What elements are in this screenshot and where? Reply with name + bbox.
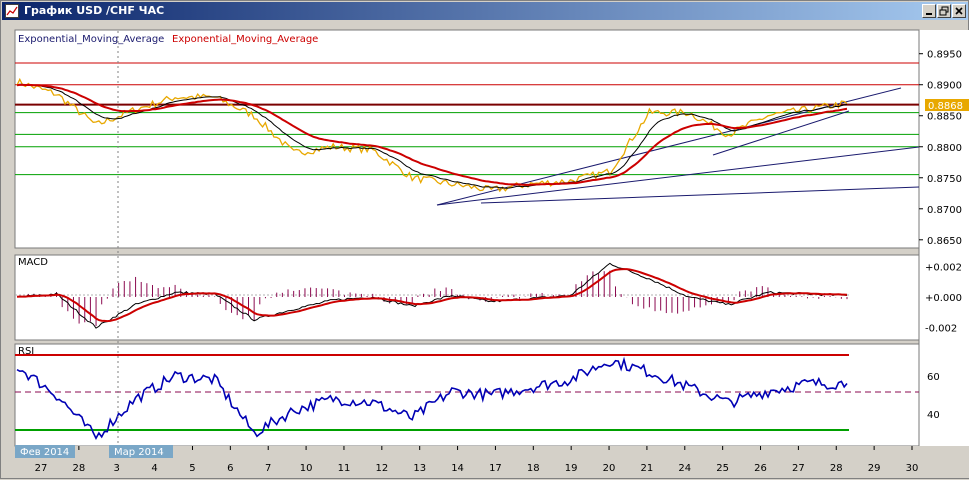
time-tick-label: 21 [641,463,654,474]
time-tick-label: 12 [375,463,388,474]
macd-tick-label: +0.002 [925,263,962,274]
rsi-tick-label: 40 [927,410,940,421]
time-tick-label: 27 [35,463,48,474]
price-tick-label: 0.8700 [927,205,962,216]
macd-tick-label: +0.000 [925,293,962,304]
rsi-tick-label: 60 [927,372,940,383]
month-label-mar: Мар 2014 [114,447,164,458]
time-tick-label: 10 [300,463,313,474]
time-tick-label: 26 [754,463,767,474]
price-tick-label: 0.8750 [927,174,962,185]
time-tick-label: 29 [868,463,881,474]
indicator-label-ema-slow: Exponential_Moving_Average [172,34,318,45]
price-tick-label: 0.8800 [927,143,962,154]
time-tick-label: 24 [678,463,691,474]
time-tick-label: 4 [151,463,157,474]
indicator-label-ema-fast: Exponential_Moving_Average [18,34,164,45]
macd-tick-label: -0.002 [925,323,957,334]
time-tick-label: 6 [227,463,233,474]
chart-canvas[interactable]: Exponential_Moving_Average Exponential_M… [1,1,969,480]
time-tick-label: 20 [603,463,616,474]
time-tick-label: 14 [451,463,464,474]
time-tick-label: 17 [489,463,502,474]
time-tick-label: 28 [830,463,843,474]
price-tick-label: 0.8850 [927,112,962,123]
time-tick-label: 25 [716,463,729,474]
chart-window: График USD /CHF ЧАС Exponential_Moving_A… [0,0,969,479]
price-tick-label: 0.8950 [927,50,962,61]
time-tick-label: 19 [565,463,578,474]
time-tick-label: 7 [265,463,271,474]
price-tick-label: 0.8900 [927,81,962,92]
time-tick-label: 5 [189,463,195,474]
price-tick-label: 0.8650 [927,236,962,247]
time-tick-label: 28 [73,463,86,474]
macd-axis-ticks: +0.002 +0.000 -0.002 [925,263,962,335]
time-tick-label: 3 [114,463,120,474]
macd-label: MACD [18,257,48,268]
time-tick-label: 11 [338,463,351,474]
time-tick-label: 30 [906,463,919,474]
month-label-feb: Фев 2014 [20,447,69,458]
time-tick-label: 27 [792,463,805,474]
time-tick-label: 18 [527,463,540,474]
time-tick-label: 13 [413,463,426,474]
current-price-value: 0.8868 [928,101,963,112]
